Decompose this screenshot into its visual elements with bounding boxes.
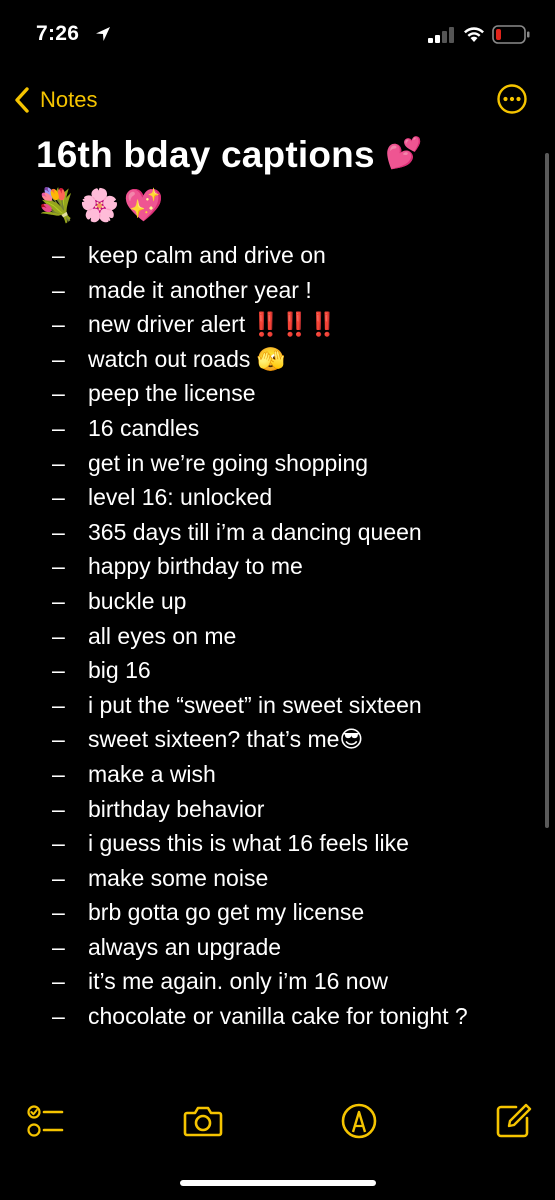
list-bullet: – <box>52 726 65 753</box>
compose-icon[interactable] <box>494 1102 534 1140</box>
list-bullet: – <box>52 242 65 268</box>
caption-text: happy birthday to me <box>88 553 303 580</box>
list-bullet: – <box>52 864 65 891</box>
status-time: 7:26 <box>36 22 80 45</box>
list-bullet: – <box>52 484 65 511</box>
list-bullet: – <box>52 830 65 857</box>
caption-text: made it another year ! <box>88 276 312 303</box>
caption-item[interactable]: – new driver alert ‼️‼️‼️ <box>52 307 468 342</box>
caption-item[interactable]: – always an upgrade <box>52 930 468 965</box>
status-bar: 7:26 <box>0 0 555 70</box>
list-bullet: – <box>52 311 65 338</box>
checklist-icon[interactable] <box>26 1102 66 1140</box>
caption-text: buckle up <box>88 587 187 614</box>
list-bullet: – <box>52 414 65 441</box>
caption-text: keep calm and drive on <box>88 242 326 268</box>
home-indicator[interactable] <box>180 1180 376 1186</box>
location-arrow-icon <box>96 27 110 41</box>
caption-item[interactable]: – sweet sixteen? that’s me😎 <box>52 722 468 757</box>
scrollbar[interactable] <box>545 153 549 828</box>
caption-item[interactable]: – big 16 <box>52 653 468 688</box>
caption-text: all eyes on me <box>88 622 237 649</box>
list-bullet: – <box>52 899 65 926</box>
caption-text: watch out roads 🫣 <box>88 345 286 372</box>
list-bullet: – <box>52 587 65 614</box>
caption-item[interactable]: –16 candles <box>52 411 468 446</box>
back-button-label: Notes <box>40 87 98 112</box>
caption-item[interactable]: – keep calm and drive on <box>52 238 468 273</box>
caption-item[interactable]: – get in we’re going shopping <box>52 446 468 481</box>
note-title-text: 16th bday captions <box>36 134 375 175</box>
caption-text: sweet sixteen? that’s me😎 <box>88 726 364 753</box>
caption-item[interactable]: – i put the “sweet” in sweet sixteen <box>52 688 468 723</box>
caption-list[interactable]: – keep calm and drive on – made it another … <box>52 238 468 1034</box>
caption-item[interactable]: – make a wish <box>52 757 468 792</box>
list-bullet: – <box>52 276 65 303</box>
caption-text: get in we’re going shopping <box>88 449 369 476</box>
caption-item[interactable]: – happy birthday to me <box>52 549 468 584</box>
list-bullet: – <box>52 933 65 960</box>
caption-text: always an upgrade <box>88 933 282 960</box>
list-bullet: – <box>52 691 65 718</box>
list-bullet: – <box>52 449 65 476</box>
list-bullet: – <box>52 968 65 995</box>
caption-item[interactable]: – i guess this is what 16 feels like <box>52 826 468 861</box>
caption-text: make a wish <box>88 760 216 787</box>
caption-text: level 16: unlocked <box>88 484 273 511</box>
caption-item[interactable]: – it’s me again. only i’m 16 now <box>52 964 468 999</box>
caption-text: i guess this is what 16 feels like <box>88 830 409 857</box>
caption-text: 16 candles <box>88 414 200 441</box>
list-bullet: – <box>52 518 65 545</box>
back-button[interactable]: Notes <box>12 84 97 116</box>
caption-item[interactable]: – watch out roads 🫣 <box>52 342 468 377</box>
wifi-icon <box>464 27 484 42</box>
list-bullet: – <box>52 553 65 580</box>
list-bullet: – <box>52 760 65 787</box>
caption-item[interactable]: – birthday behavior <box>52 792 468 827</box>
caption-item[interactable]: –365 days till i’m a dancing queen <box>52 515 468 550</box>
list-bullet: – <box>52 345 65 372</box>
caption-text: it’s me again. only i’m 16 now <box>88 968 388 995</box>
caption-item[interactable]: – all eyes on me <box>52 619 468 654</box>
caption-item[interactable]: – peep the license <box>52 376 468 411</box>
caption-text: new driver alert ‼️‼️‼️ <box>88 311 338 338</box>
caption-text: birthday behavior <box>88 795 265 822</box>
caption-text: peep the license <box>88 380 256 407</box>
caption-item[interactable]: – buckle up <box>52 584 468 619</box>
list-bullet: – <box>52 795 65 822</box>
caption-item[interactable]: – make some noise <box>52 861 468 896</box>
caption-text: i put the “sweet” in sweet sixteen <box>88 691 422 718</box>
emoji-line[interactable]: 💐🌸💖 <box>36 186 168 224</box>
caption-text: big 16 <box>88 657 151 684</box>
caption-text: 365 days till i’m a dancing queen <box>88 518 422 545</box>
two-hearts-emoji: 💕 <box>385 137 423 170</box>
list-bullet: – <box>52 622 65 649</box>
camera-icon[interactable] <box>183 1102 223 1140</box>
caption-item[interactable]: – level 16: unlocked <box>52 480 468 515</box>
list-bullet: – <box>52 1003 65 1030</box>
more-options-icon[interactable] <box>496 83 528 115</box>
list-bullet: – <box>52 380 65 407</box>
caption-item[interactable]: – made it another year ! <box>52 273 468 308</box>
note-title[interactable]: 16th bday captions 💕 <box>36 134 423 176</box>
cellular-signal-icon <box>428 27 454 43</box>
caption-text: make some noise <box>88 864 269 891</box>
list-bullet: – <box>52 657 65 684</box>
caption-item[interactable]: – chocolate or vanilla cake for tonight ? <box>52 999 468 1034</box>
chevron-left-icon <box>15 87 29 113</box>
caption-text: brb gotta go get my license <box>88 899 365 926</box>
caption-text: chocolate or vanilla cake for tonight ? <box>88 1003 468 1030</box>
markup-icon[interactable] <box>339 1102 379 1140</box>
battery-low-icon <box>492 25 530 44</box>
caption-item[interactable]: – brb gotta go get my license <box>52 895 468 930</box>
